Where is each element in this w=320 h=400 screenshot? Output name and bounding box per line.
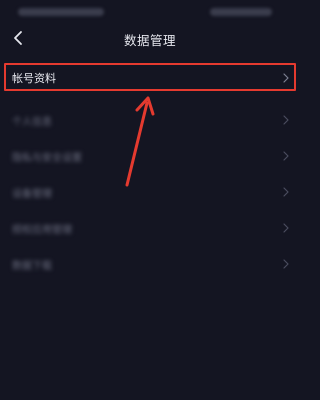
list-item-privacy-settings[interactable]: 隐私与安全设置 <box>0 138 300 174</box>
list-item-account-info[interactable]: 帐号资料 <box>0 60 300 96</box>
chevron-right-icon <box>283 223 289 233</box>
list-item-data-download[interactable]: 数据下载 <box>0 246 300 282</box>
data-management-screen: 数据管理 帐号资料 个人信息 隐私与安全设置 设备管理 授权应用管理 数据下载 <box>0 0 300 400</box>
page-title: 数据管理 <box>123 33 176 48</box>
chevron-right-icon <box>283 115 289 125</box>
list-item-label: 个人信息 <box>12 116 52 128</box>
list-item-device-management[interactable]: 设备管理 <box>0 174 300 210</box>
list-item-label: 设备管理 <box>12 188 52 200</box>
navigation-bar: 数据管理 <box>0 22 300 56</box>
chevron-right-icon <box>283 73 289 83</box>
chevron-right-icon <box>283 187 289 197</box>
list-item-personal-info[interactable]: 个人信息 <box>0 102 300 138</box>
list-item-label: 授权应用管理 <box>12 224 72 236</box>
status-bar-indicators <box>210 8 272 16</box>
status-bar-carrier <box>18 8 104 16</box>
list-item-label: 数据下载 <box>12 260 52 272</box>
status-bar <box>0 0 300 24</box>
chevron-right-icon <box>283 151 289 161</box>
list-item-label: 隐私与安全设置 <box>12 152 82 164</box>
settings-list: 帐号资料 个人信息 隐私与安全设置 设备管理 授权应用管理 数据下载 <box>0 60 300 282</box>
chevron-right-icon <box>283 259 289 269</box>
list-item-label: 帐号资料 <box>12 72 56 85</box>
list-item-authorized-apps[interactable]: 授权应用管理 <box>0 210 300 246</box>
